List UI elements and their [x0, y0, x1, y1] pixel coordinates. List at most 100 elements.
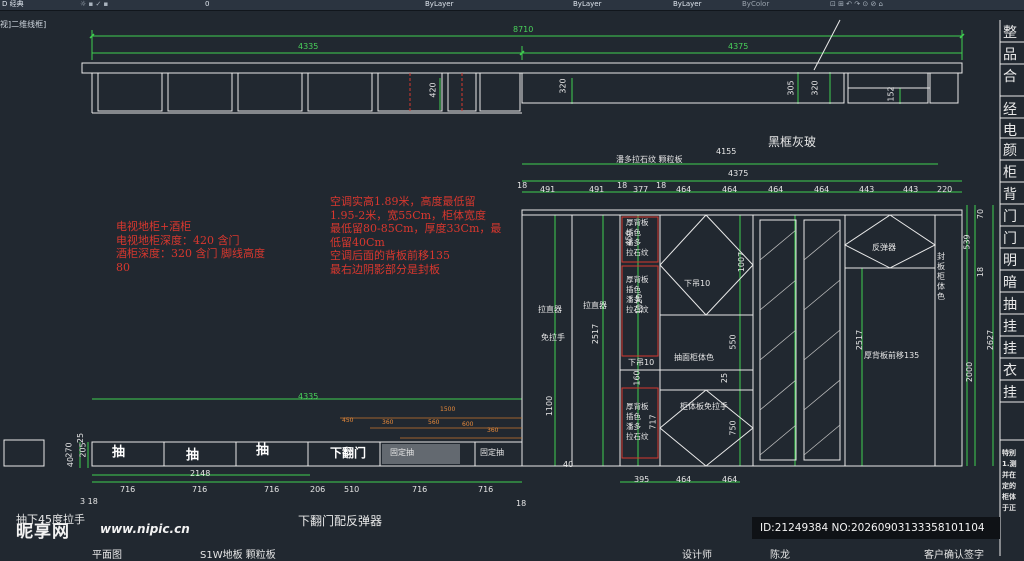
- drawer-label-2: 抽: [186, 448, 200, 463]
- seg-dim-6: 464: [676, 185, 692, 194]
- dim-25: 25: [76, 432, 86, 444]
- dim-25b: 25: [720, 372, 730, 384]
- label-no-handle: 免拉手: [541, 333, 565, 342]
- small-dim-5: 360: [487, 427, 499, 434]
- bottom-designer-name: 陈龙: [770, 550, 790, 561]
- dim-152: 152: [886, 86, 896, 102]
- special-note: 特别 1.测 并在 定的 柜体 于正: [1002, 449, 1017, 512]
- label-straightener-1: 拉直器: [538, 305, 562, 314]
- dim-1100: 1100: [545, 395, 555, 417]
- tb-item-6: 柜: [1003, 165, 1017, 181]
- bot-dim-5: 716: [412, 485, 428, 494]
- bottom-client: 客户确认签字: [924, 550, 984, 561]
- label-lower-hang-1: 下吊10: [684, 279, 711, 288]
- tb-item-0: 整: [1003, 25, 1017, 41]
- tb-item-4: 电: [1003, 123, 1017, 139]
- seg-dim-5: 18: [656, 181, 667, 190]
- dim-4335-low: 4335: [298, 392, 319, 401]
- label-sealing: 封板柜体色: [937, 252, 945, 301]
- seg-dim-1: 491: [540, 185, 556, 194]
- dim-1020: 1020: [635, 293, 645, 315]
- tb-item-7: 背: [1003, 187, 1017, 203]
- label-panel-type: 潘多拉石纹 颗粒板: [616, 155, 683, 164]
- seg-dim-0: 18: [517, 181, 528, 190]
- dim-395: 395: [634, 475, 650, 484]
- bot-end: 18: [516, 499, 527, 508]
- label-lower-hang-2: 下吊10: [628, 358, 655, 367]
- tb-item-11: 暗: [1003, 275, 1017, 291]
- id-stamp: ID:21249384 NO:20260903133358101104: [760, 522, 985, 534]
- small-dim-1: 360: [382, 419, 394, 426]
- seg-dim-12: 220: [937, 185, 953, 194]
- tb-item-2: 合: [1003, 69, 1017, 85]
- fixed-drawer-2: 固定抽: [480, 448, 504, 457]
- dim-550: 550: [728, 334, 738, 350]
- tb-item-13: 挂: [1003, 319, 1017, 335]
- seg-dim-7: 464: [722, 185, 738, 194]
- dim-464a: 464: [676, 475, 692, 484]
- drawer-label-1: 抽: [112, 445, 126, 460]
- dim-270: 270: [64, 442, 74, 458]
- small-dim-0: 450: [342, 417, 354, 424]
- dim-320b: 320: [810, 80, 820, 96]
- tb-item-8: 门: [1003, 209, 1017, 225]
- dim-4375: 4375: [728, 169, 749, 178]
- bottom-mid: S1W地板 颗粒板: [200, 550, 276, 561]
- seg-dim-9: 464: [814, 185, 830, 194]
- dim-305: 305: [786, 80, 796, 96]
- dim-750: 750: [728, 420, 738, 436]
- label-thick-back-move: 厚背板前移135: [864, 351, 920, 360]
- dim-205: 205: [78, 442, 88, 458]
- flip-door-small: 下翻门: [330, 446, 367, 460]
- label-cabinet-no-handle: 柜体板免拉手: [680, 402, 728, 411]
- dim-total: 8710: [513, 25, 534, 34]
- watermark-site: www.nipic.cn: [100, 522, 190, 536]
- note-tv-cabinet: 电视地柜+酒柜 电视地柜深度：420 含门 酒柜深度：320 含门 脚线高度 8…: [116, 220, 265, 274]
- tb-item-9: 门: [1003, 231, 1017, 247]
- bot-dim-4: 510: [344, 485, 360, 494]
- small-dim-3: 1500: [440, 406, 456, 413]
- dim-420: 420: [428, 82, 438, 98]
- seg-dim-4: 377: [633, 185, 649, 194]
- dim-464b: 464: [722, 475, 738, 484]
- tb-item-15: 衣: [1003, 363, 1017, 379]
- label-rebounder: 反弹器: [872, 243, 896, 252]
- bot-dim-3: 206: [310, 485, 326, 494]
- seg-dim-2: 491: [589, 185, 605, 194]
- dim-40: 40: [66, 456, 76, 468]
- dim-717: 717: [648, 414, 658, 430]
- seg-dim-8: 464: [768, 185, 784, 194]
- label-thick-back-3: 厚背板 插色 潘多 拉石纹: [626, 402, 649, 441]
- dim-18r: 18: [976, 266, 986, 278]
- dim-2148: 2148: [190, 469, 211, 478]
- dim-2517a: 2517: [591, 323, 601, 345]
- dim-right-width: 4375: [728, 42, 749, 51]
- dim-450: 450: [624, 230, 634, 246]
- dim-1007: 1007: [737, 251, 747, 273]
- fixed-drawer-1: 固定抽: [390, 448, 414, 457]
- bot-dim-6: 716: [478, 485, 494, 494]
- title-block-column: 整 品 合 经 电 颜 柜 背 门 门 明 暗 抽 挂 挂 衣 挂 特别 1.测并…: [999, 20, 1024, 556]
- label-drawer-face: 抽面柜体色: [674, 353, 714, 362]
- bottom-designer: 设计师: [682, 550, 712, 561]
- label-flip-door-rebounder: 下翻门配反弹器: [298, 514, 383, 528]
- label-black-frame: 黑框灰玻: [768, 135, 817, 149]
- bot-start: 3 18: [80, 497, 98, 506]
- note-aircon: 空调实高1.89米，高度最低留 1.95-2米，宽55Cm，柜体宽度 最低留80…: [330, 195, 502, 276]
- seg-dim-3: 18: [617, 181, 628, 190]
- small-dim-4: 600: [462, 421, 474, 428]
- dim-160: 160: [632, 370, 642, 386]
- tb-item-5: 颜: [1003, 143, 1017, 159]
- tb-item-10: 明: [1003, 253, 1017, 269]
- dim-539: 539: [962, 234, 972, 250]
- tb-item-16: 挂: [1003, 385, 1017, 401]
- tb-item-12: 抽: [1003, 297, 1017, 313]
- label-straightener-2: 拉直器: [583, 301, 607, 310]
- seg-dim-11: 443: [903, 185, 919, 194]
- dim-4155: 4155: [716, 147, 737, 156]
- cad-drawing: [3, 19, 994, 483]
- watermark-brand: 昵享网: [16, 522, 70, 542]
- bot-dim-2: 716: [264, 485, 280, 494]
- bottom-left: 平面图: [92, 550, 122, 561]
- tb-item-3: 经: [1003, 102, 1017, 118]
